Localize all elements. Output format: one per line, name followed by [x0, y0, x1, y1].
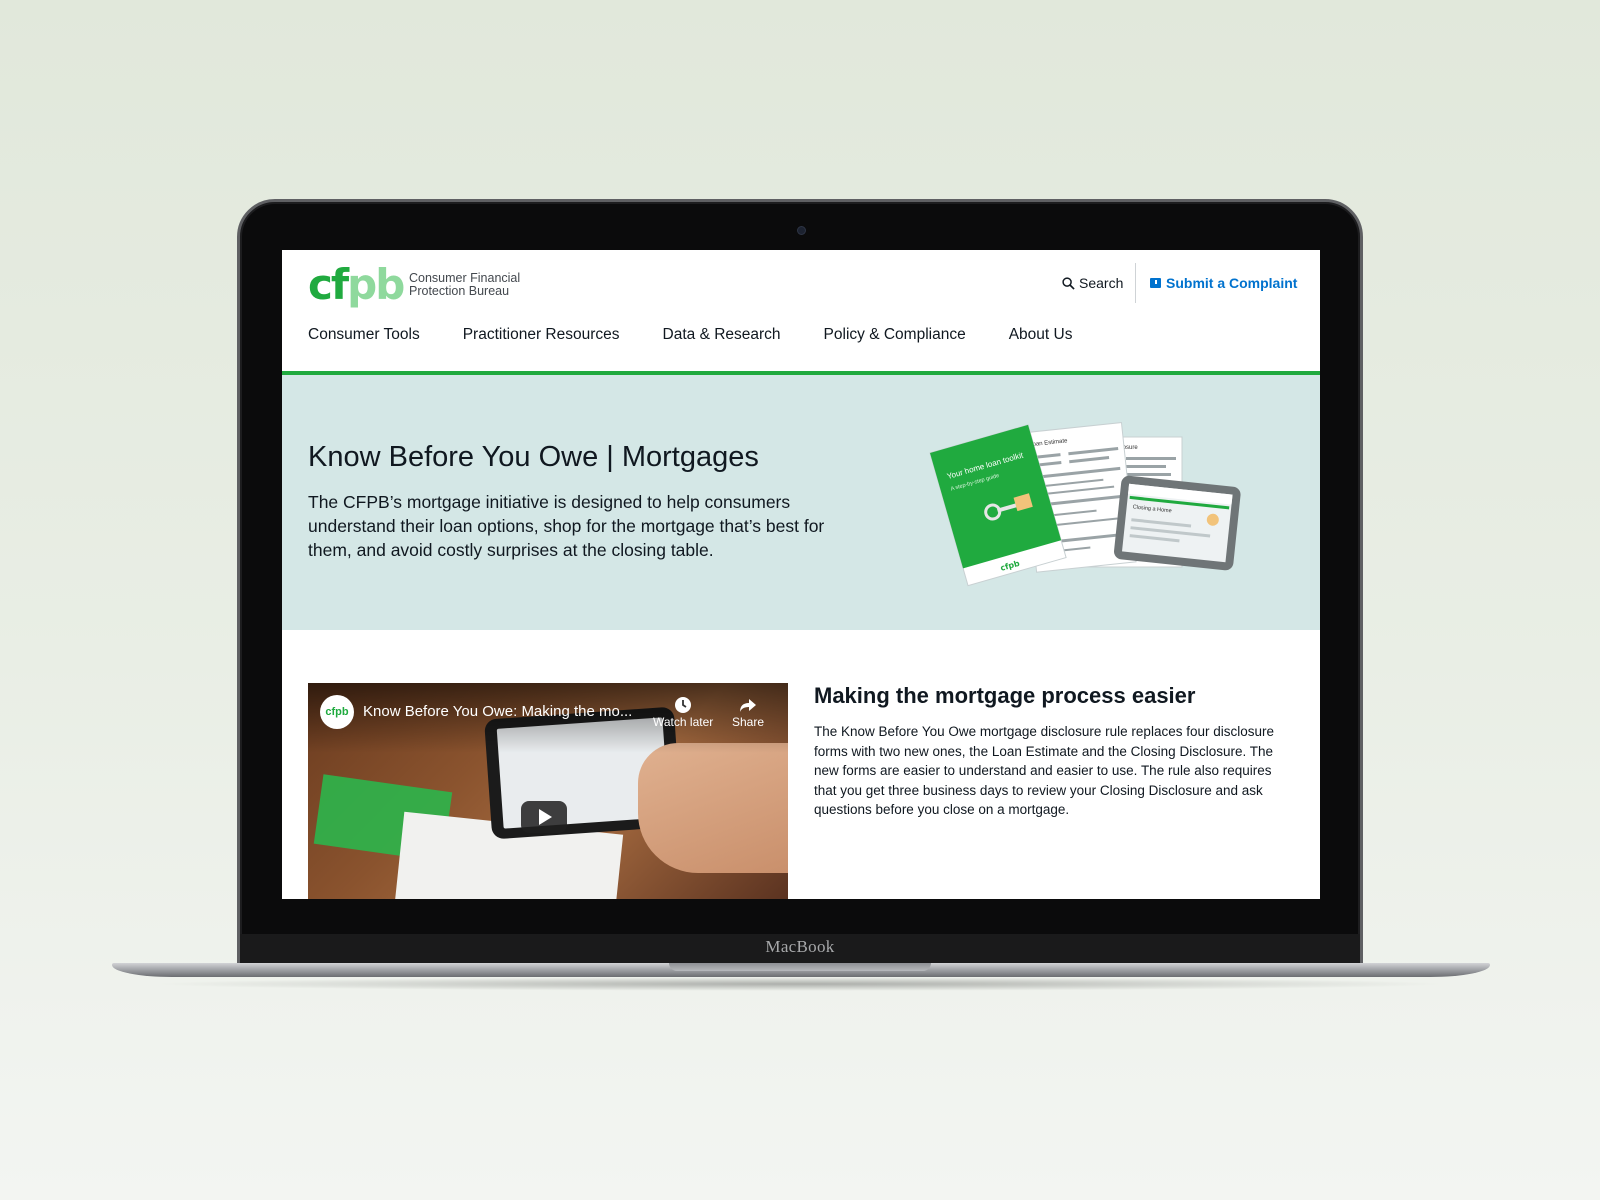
- main-content: cfpb Know Before You Owe: Making the mo.…: [282, 630, 1320, 899]
- video-title[interactable]: Know Before You Owe: Making the mo...: [363, 703, 653, 720]
- hero-banner: Know Before You Owe | Mortgages The CFPB…: [282, 375, 1320, 630]
- share-icon: [740, 699, 757, 712]
- section-body: The Know Before You Owe mortgage disclos…: [814, 724, 1274, 817]
- tablet-illustration: Closing a Home: [1114, 475, 1241, 571]
- webcam: [797, 226, 806, 235]
- browser-screen: cfpb Consumer Financial Protection Burea…: [282, 250, 1320, 899]
- laptop-shadow: [150, 977, 1450, 991]
- nav-item-data-research[interactable]: Data & Research: [663, 326, 781, 344]
- play-button[interactable]: [521, 801, 567, 833]
- laptop-brand-label: MacBook: [765, 937, 835, 956]
- nav-item-consumer-tools[interactable]: Consumer Tools: [308, 326, 420, 344]
- video-scene-hand: [638, 743, 788, 873]
- share-label: Share: [732, 715, 765, 729]
- search-icon: [1062, 276, 1075, 290]
- complaint-icon: [1150, 278, 1161, 288]
- logo-text[interactable]: Consumer Financial Protection Bureau: [409, 272, 520, 298]
- watch-later-button[interactable]: Watch later: [653, 695, 713, 729]
- header-divider: [1135, 263, 1136, 303]
- main-nav: Consumer Tools Practitioner Resources Da…: [308, 326, 1115, 344]
- section-title: Making the mortgage process easier: [814, 683, 1196, 708]
- video-player[interactable]: cfpb Know Before You Owe: Making the mo.…: [308, 683, 788, 899]
- channel-avatar[interactable]: cfpb: [320, 695, 354, 729]
- logo-line-2: Protection Bureau: [409, 284, 510, 298]
- clock-icon: [675, 697, 692, 713]
- hero-description: The CFPB’s mortgage initiative is design…: [308, 492, 825, 560]
- watch-later-label: Watch later: [653, 715, 714, 729]
- logo-mark-main: cf: [308, 260, 349, 309]
- logo-mark-accent: pb: [347, 260, 405, 309]
- nav-item-practitioner-resources[interactable]: Practitioner Resources: [463, 326, 620, 344]
- site-header: cfpb Consumer Financial Protection Burea…: [282, 250, 1320, 375]
- nav-item-policy-compliance[interactable]: Policy & Compliance: [824, 326, 966, 344]
- laptop-notch: [669, 963, 931, 971]
- page-title: Know Before You Owe | Mortgages: [308, 441, 759, 473]
- nav-item-about-us[interactable]: About Us: [1009, 326, 1073, 344]
- cfpb-logo[interactable]: cfpb: [308, 260, 405, 309]
- mortgage-toolkit-illustration: Closing Disclosure Loan Estimate: [929, 421, 1241, 587]
- submit-complaint-link[interactable]: Submit a Complaint: [1150, 275, 1297, 291]
- search-link[interactable]: Search: [1062, 275, 1123, 291]
- complaint-label: Submit a Complaint: [1166, 275, 1298, 291]
- search-label: Search: [1079, 275, 1124, 291]
- share-button[interactable]: Share: [732, 695, 764, 729]
